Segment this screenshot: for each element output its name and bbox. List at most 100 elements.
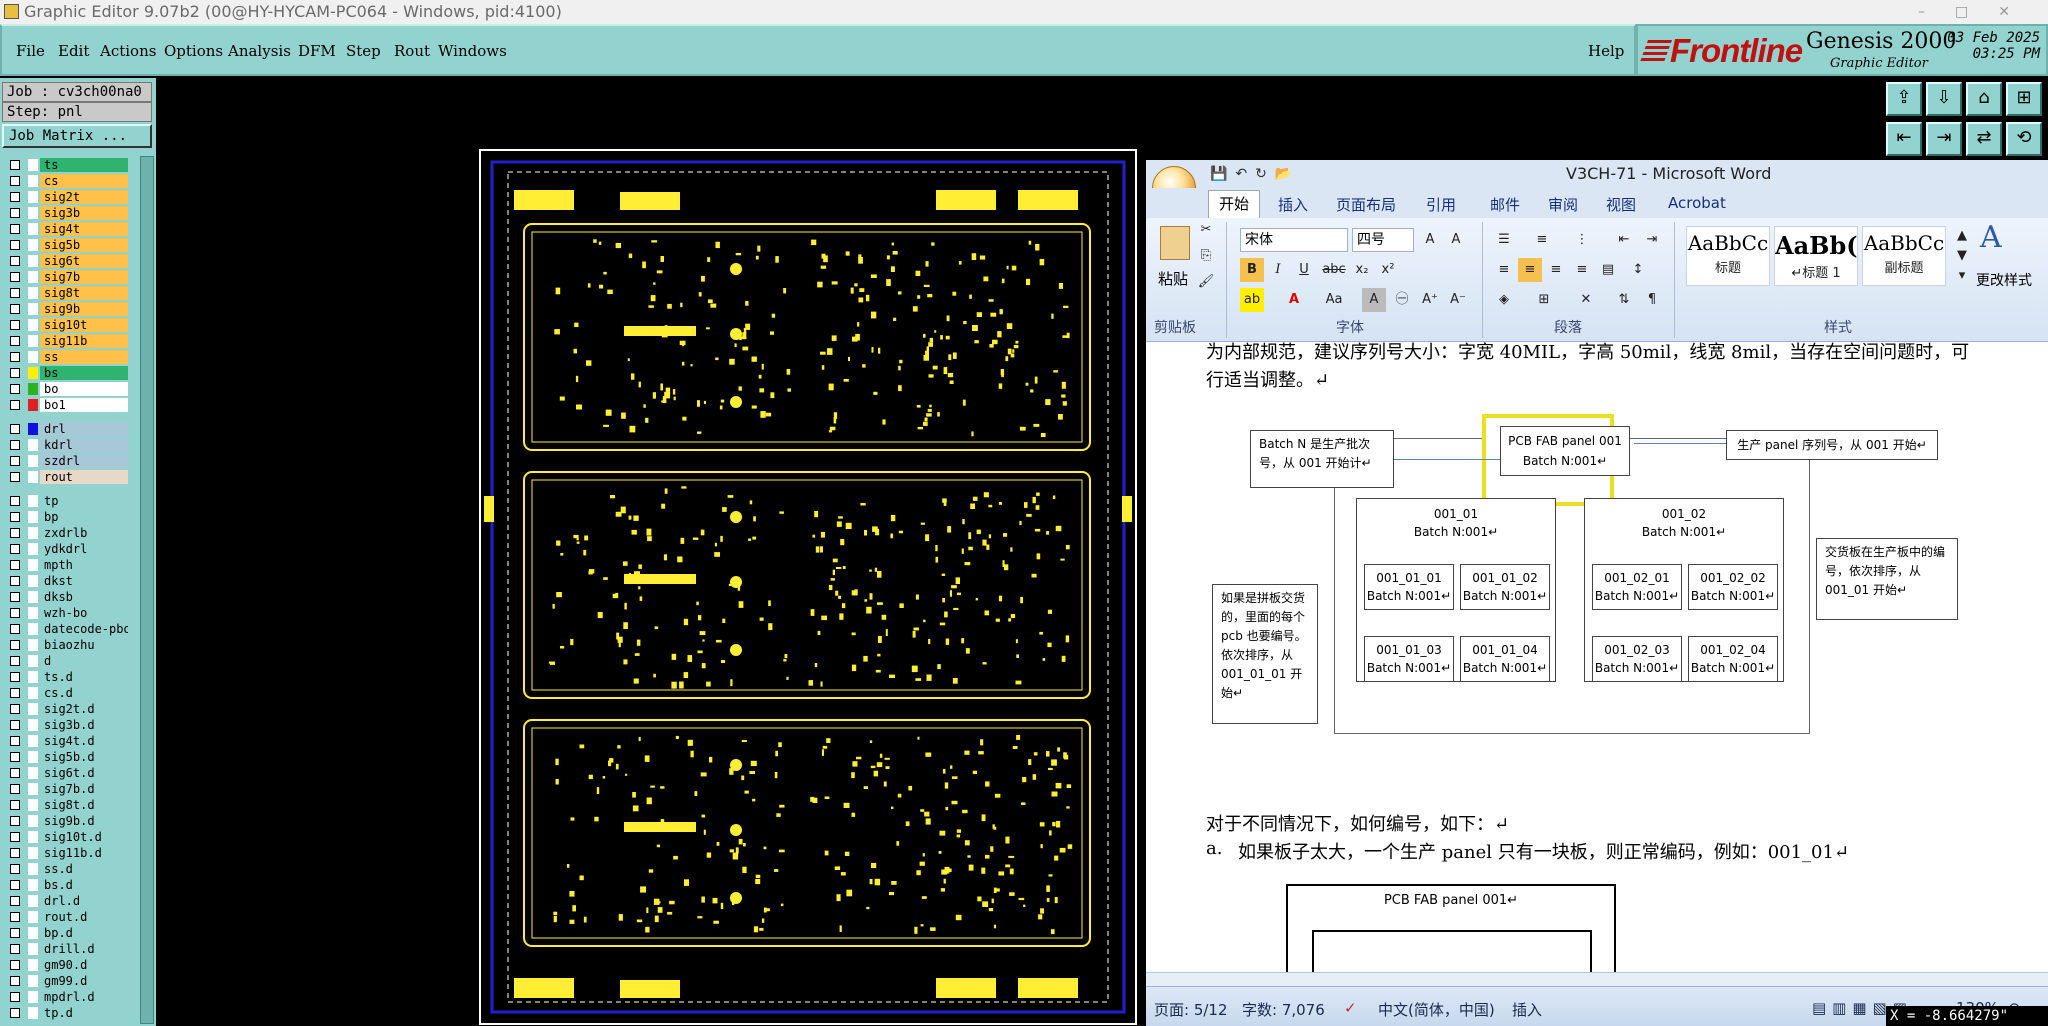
borders-icon[interactable]: ⊞ [1532, 288, 1556, 312]
layer-checkbox[interactable] [10, 336, 20, 346]
font-name-select[interactable]: 宋体 [1240, 228, 1348, 252]
line-spacing-icon[interactable]: ↕ [1626, 258, 1650, 282]
layer-row-sig7b[interactable]: sig7b [6, 270, 134, 284]
layer-color-swatch[interactable] [28, 591, 38, 603]
layer-color-swatch[interactable] [28, 367, 38, 379]
layer-checkbox[interactable] [10, 240, 20, 250]
layer-name[interactable]: sig4t.d [40, 734, 128, 748]
layer-name[interactable]: sig5b.d [40, 750, 128, 764]
layer-checkbox[interactable] [10, 896, 20, 906]
layer-row-bo1[interactable]: bo1 [6, 398, 134, 412]
layer-name[interactable]: zxdrlb [40, 526, 128, 540]
layer-color-swatch[interactable] [28, 175, 38, 187]
window-layout-icon[interactable]: ⊞ [2006, 82, 2042, 116]
change-styles-icon[interactable]: A [1980, 220, 2002, 255]
spellcheck-icon[interactable]: ✓ [1344, 999, 1357, 1017]
layer-row-cs.d[interactable]: cs.d [6, 686, 134, 700]
layer-list-scrollbar[interactable] [140, 156, 154, 1024]
layer-name[interactable]: sig8t [40, 286, 128, 300]
superscript-icon[interactable]: x² [1376, 258, 1400, 282]
layer-row-sig5b[interactable]: sig5b [6, 238, 134, 252]
layer-checkbox[interactable] [10, 672, 20, 682]
tab-view[interactable]: 视图 [1606, 194, 1636, 215]
layer-row-bs[interactable]: bs [6, 366, 134, 380]
menu-options[interactable]: Options [164, 42, 223, 60]
layer-row-bs.d[interactable]: bs.d [6, 878, 134, 892]
layer-name[interactable]: sig7b [40, 270, 128, 284]
layer-name[interactable]: bp.d [40, 926, 128, 940]
layer-row-drl.d[interactable]: drl.d [6, 894, 134, 908]
layer-name[interactable]: sig11b [40, 334, 128, 348]
layer-checkbox[interactable] [10, 944, 20, 954]
menu-help[interactable]: Help [1588, 42, 1624, 60]
home-icon[interactable]: ⌂ [1966, 82, 2002, 116]
layer-checkbox[interactable] [10, 512, 20, 522]
layer-checkbox[interactable] [10, 288, 20, 298]
layer-color-swatch[interactable] [28, 455, 38, 467]
layer-name[interactable]: sig9b [40, 302, 128, 316]
layer-name[interactable]: drl [40, 422, 128, 436]
layer-color-swatch[interactable] [28, 511, 38, 523]
shading-icon[interactable]: ◈ [1492, 288, 1516, 312]
window-controls[interactable]: –□✕ [1918, 0, 2040, 24]
chinese-layout-icon[interactable]: ✕ [1574, 288, 1598, 312]
strikethrough-icon[interactable]: abc [1322, 258, 1346, 282]
layer-checkbox[interactable] [10, 544, 20, 554]
layer-checkbox[interactable] [10, 368, 20, 378]
layer-row-biaozhu[interactable]: biaozhu [6, 638, 134, 652]
layer-color-swatch[interactable] [28, 207, 38, 219]
layer-row-tp.d[interactable]: tp.d [6, 1006, 134, 1020]
layer-color-swatch[interactable] [28, 671, 38, 683]
style-heading-1[interactable]: AaBb( ↵标题 1 [1774, 226, 1858, 286]
tab-page-layout[interactable]: 页面布局 [1336, 194, 1396, 215]
layer-color-swatch[interactable] [28, 815, 38, 827]
enclose-char-icon[interactable]: ㊀ [1390, 288, 1414, 312]
layer-row-sig8t.d[interactable]: sig8t.d [6, 798, 134, 812]
layer-color-swatch[interactable] [28, 423, 38, 435]
layer-checkbox[interactable] [10, 272, 20, 282]
insert-mode[interactable]: 插入 [1512, 999, 1542, 1020]
layer-name[interactable]: sig2t.d [40, 702, 128, 716]
menu-rout[interactable]: Rout [394, 42, 430, 60]
layer-checkbox[interactable] [10, 992, 20, 1002]
layer-row-sig3b[interactable]: sig3b [6, 206, 134, 220]
layer-row-sig6t.d[interactable]: sig6t.d [6, 766, 134, 780]
grow-font-icon[interactable]: A [1418, 228, 1442, 252]
shrink-font-size-icon[interactable]: A⁻ [1446, 288, 1470, 312]
language-indicator[interactable]: 中文(简体，中国) [1378, 999, 1495, 1020]
layer-name[interactable]: sig11b.d [40, 846, 128, 860]
layer-color-swatch[interactable] [28, 767, 38, 779]
layer-checkbox[interactable] [10, 688, 20, 698]
layer-checkbox[interactable] [10, 736, 20, 746]
layer-color-swatch[interactable] [28, 639, 38, 651]
layer-row-ss.d[interactable]: ss.d [6, 862, 134, 876]
layer-name[interactable]: datecode-pbo [40, 622, 128, 636]
save-icon[interactable]: ⇩ [1926, 82, 1962, 116]
layer-row-rout[interactable]: rout [6, 470, 134, 484]
layer-name[interactable]: tp.d [40, 1006, 128, 1020]
layer-name[interactable]: drl.d [40, 894, 128, 908]
layer-row-sig10t.d[interactable]: sig10t.d [6, 830, 134, 844]
layer-checkbox[interactable] [10, 1008, 20, 1018]
layer-color-swatch[interactable] [28, 255, 38, 267]
transfer-icon[interactable]: ⇄ [1966, 122, 2002, 156]
layer-checkbox[interactable] [10, 592, 20, 602]
layer-name[interactable]: sig6t.d [40, 766, 128, 780]
layer-row-sig4t.d[interactable]: sig4t.d [6, 734, 134, 748]
menu-actions[interactable]: Actions [100, 42, 156, 60]
job-matrix-button[interactable]: Job Matrix ... [2, 124, 152, 148]
highlight-icon[interactable]: ab [1240, 288, 1264, 312]
layer-row-sig3b.d[interactable]: sig3b.d [6, 718, 134, 732]
layer-name[interactable]: tp [40, 494, 128, 508]
layer-color-swatch[interactable] [28, 831, 38, 843]
layer-checkbox[interactable] [10, 704, 20, 714]
layer-row-sig11b[interactable]: sig11b [6, 334, 134, 348]
layer-checkbox[interactable] [10, 560, 20, 570]
layer-row-rout.d[interactable]: rout.d [6, 910, 134, 924]
layer-color-swatch[interactable] [28, 559, 38, 571]
layer-name[interactable]: sig9b.d [40, 814, 128, 828]
word-count[interactable]: 字数: 7,076 [1242, 999, 1325, 1020]
font-size-select[interactable]: 四号 [1352, 228, 1414, 252]
layer-name[interactable]: drill.d [40, 942, 128, 956]
format-painter-icon[interactable]: 🖌 [1194, 270, 1218, 294]
